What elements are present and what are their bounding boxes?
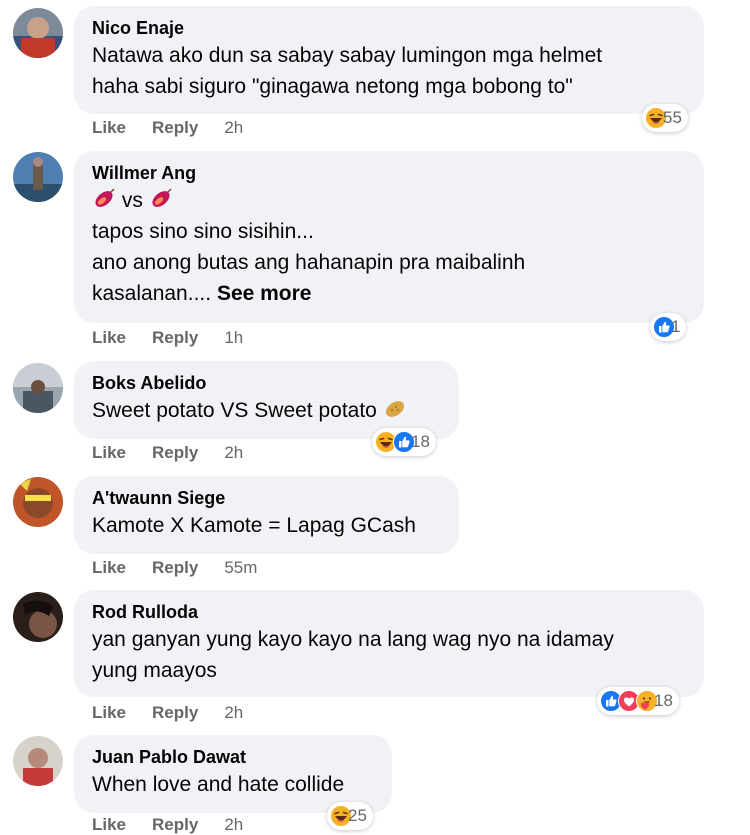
comment-time[interactable]: 2h — [224, 815, 243, 835]
reply-button[interactable]: Reply — [152, 443, 198, 463]
reaction-summary[interactable]: 18 — [597, 687, 679, 715]
comment-author[interactable]: A'twaunn Siege — [92, 486, 441, 510]
reply-button[interactable]: Reply — [152, 328, 198, 348]
avatar[interactable] — [13, 592, 63, 642]
comment-time[interactable]: 55m — [224, 558, 257, 578]
comment-text-line: ano anong butas ang hahanapin pra maibal… — [92, 251, 526, 274]
like-button[interactable]: Like — [92, 443, 126, 463]
comment-text-line: haha sabi siguro "ginagawa netong mga bo… — [92, 75, 573, 98]
reply-button[interactable]: Reply — [152, 118, 198, 138]
reaction-summary[interactable]: 25 — [327, 802, 373, 830]
comment-text: Sweet potato VS Sweet potato — [92, 399, 377, 422]
comment-actions: Like Reply 2h — [92, 815, 243, 835]
comment-actions: Like Reply 1h — [92, 328, 243, 348]
reaction-count: 55 — [663, 108, 682, 127]
comment-actions: Like Reply 2h — [92, 443, 243, 463]
see-more-link[interactable]: See more — [217, 282, 312, 305]
like-button[interactable]: Like — [92, 815, 126, 835]
avatar[interactable] — [13, 363, 63, 413]
comment-text-line: tapos sino sino sisihin... — [92, 220, 314, 243]
comment-author[interactable]: Juan Pablo Dawat — [92, 745, 374, 769]
comment-text-line: yung maayos — [92, 659, 217, 682]
avatar[interactable] — [13, 736, 63, 786]
comment-author[interactable]: Boks Abelido — [92, 371, 441, 395]
comment-actions: Like Reply 2h — [92, 118, 243, 138]
comment-author[interactable]: Willmer Ang — [92, 161, 686, 185]
avatar[interactable] — [13, 152, 63, 202]
comment-bubble: Rod Rulloda yan ganyan yung kayo kayo na… — [74, 590, 704, 697]
comment-actions: Like Reply 2h — [92, 703, 243, 723]
sweet-potato-icon — [92, 187, 116, 211]
like-button[interactable]: Like — [92, 558, 126, 578]
comment-author[interactable]: Nico Enaje — [92, 16, 686, 40]
comment-text-line: vs — [92, 185, 686, 216]
comment-actions: Like Reply 55m — [92, 558, 257, 578]
reaction-summary[interactable]: 1 — [650, 313, 687, 341]
comment-text-line: Sweet potato VS Sweet potato — [92, 395, 441, 426]
reaction-count: 18 — [654, 691, 673, 710]
comment-text-line: kasalanan.... See more — [92, 278, 686, 309]
reaction-count: 18 — [411, 432, 430, 451]
comment-text-line: When love and hate collide — [92, 773, 345, 796]
reaction-summary[interactable]: 55 — [642, 104, 688, 132]
comment-time[interactable]: 1h — [224, 328, 243, 348]
like-button[interactable]: Like — [92, 703, 126, 723]
comment-time[interactable]: 2h — [224, 118, 243, 138]
avatar[interactable] — [13, 8, 63, 58]
sweet-potato-icon — [149, 187, 173, 211]
reaction-count: 25 — [348, 806, 367, 825]
comment-text-tail: kasalanan.... — [92, 282, 212, 305]
like-button[interactable]: Like — [92, 328, 126, 348]
comment-bubble: Nico Enaje Natawa ako dun sa sabay sabay… — [74, 6, 704, 114]
reply-button[interactable]: Reply — [152, 558, 198, 578]
reply-button[interactable]: Reply — [152, 815, 198, 835]
reaction-summary[interactable]: 18 — [372, 428, 436, 456]
comment-text-line: yan ganyan yung kayo kayo na lang wag ny… — [92, 628, 614, 651]
comment-text-line: Natawa ako dun sa sabay sabay lumingon m… — [92, 44, 603, 67]
like-button[interactable]: Like — [92, 118, 126, 138]
reply-button[interactable]: Reply — [152, 703, 198, 723]
reaction-count: 1 — [671, 317, 681, 336]
comment-bubble: A'twaunn Siege Kamote X Kamote = Lapag G… — [74, 476, 459, 554]
vs-text: vs — [121, 189, 143, 212]
comment-bubble: Willmer Ang vs tapos sino sino sisihin..… — [74, 151, 704, 323]
comment-time[interactable]: 2h — [224, 443, 243, 463]
avatar[interactable] — [13, 477, 63, 527]
comment-time[interactable]: 2h — [224, 703, 243, 723]
potato-icon — [383, 397, 407, 421]
comment-text-line: Kamote X Kamote = Lapag GCash — [92, 514, 416, 537]
comment-author[interactable]: Rod Rulloda — [92, 600, 686, 624]
